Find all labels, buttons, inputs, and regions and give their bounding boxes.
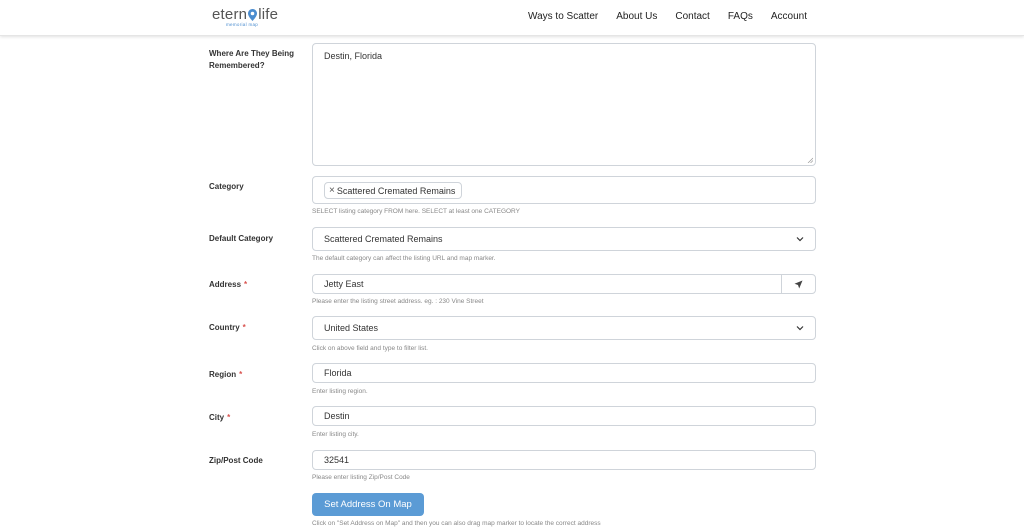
chevron-down-icon (796, 237, 804, 242)
category-multiselect[interactable]: × Scattered Cremated Remains (312, 176, 816, 204)
category-chip-label: Scattered Cremated Remains (336, 185, 456, 196)
required-marker: * (244, 280, 248, 289)
country-value: United States (324, 323, 379, 333)
category-label: Category (209, 182, 244, 191)
remembered-label: Where Are They Being Remembered? (209, 49, 295, 70)
region-label-text: Region (209, 370, 237, 379)
default-category-select[interactable]: Scattered Cremated Remains (312, 227, 816, 251)
region-help: Enter listing region. (312, 388, 368, 395)
address-label: Address * (209, 279, 304, 291)
default-category-label: Default Category (209, 234, 274, 243)
required-marker: * (242, 323, 246, 332)
category-help: SELECT listing category FROM here. SELEC… (312, 208, 520, 215)
country-label-text: Country (209, 323, 240, 332)
country-help: Click on above field and type to filter … (312, 345, 428, 352)
nav-about-us[interactable]: About Us (616, 11, 657, 22)
nav-contact[interactable]: Contact (675, 11, 709, 22)
logo-wordmark: etern life (212, 6, 278, 23)
zip-label: Zip/Post Code (209, 456, 263, 465)
address-label-text: Address (209, 280, 242, 289)
site-header: etern life memorial map Ways to Scatter A… (0, 0, 1024, 36)
map-help: Click on "Set Address on Map" and then y… (312, 520, 601, 527)
default-category-help: The default category can affect the list… (312, 255, 496, 262)
set-address-on-map-button[interactable]: Set Address On Map (312, 493, 424, 516)
locate-button[interactable] (781, 275, 815, 293)
city-value: Destin (324, 411, 350, 421)
address-input[interactable]: Jetty East (313, 279, 781, 289)
region-label: Region * (209, 369, 304, 381)
nav-ways-to-scatter[interactable]: Ways to Scatter (528, 11, 598, 22)
logo-text-main: etern (212, 6, 248, 23)
main-nav: Ways to Scatter About Us Contact FAQs Ac… (510, 11, 807, 22)
address-input-group: Jetty East (312, 274, 816, 294)
city-input[interactable]: Destin (312, 406, 816, 426)
city-help: Enter listing city. (312, 431, 359, 438)
country-select[interactable]: United States (312, 316, 816, 340)
close-icon[interactable]: × (329, 185, 335, 196)
country-label: Country * (209, 322, 304, 334)
region-value: Florida (324, 368, 352, 378)
chevron-down-icon (796, 326, 804, 331)
required-marker: * (227, 413, 231, 422)
address-help: Please enter the listing street address.… (312, 298, 484, 305)
city-label: City * (209, 412, 304, 424)
nav-faqs[interactable]: FAQs (728, 11, 753, 22)
logo-subtitle: memorial map (226, 22, 259, 27)
remembered-textarea[interactable]: Destin, Florida (312, 43, 816, 166)
zip-value: 32541 (324, 455, 350, 465)
remembered-value: Destin, Florida (324, 51, 383, 61)
city-label-text: City (209, 413, 225, 422)
zip-help: Please enter listing Zip/Post Code (312, 474, 410, 481)
map-pin-icon (248, 8, 258, 21)
region-input[interactable]: Florida (312, 363, 816, 383)
nav-account[interactable]: Account (771, 11, 807, 22)
default-category-value: Scattered Cremated Remains (324, 234, 443, 244)
logo-text-end: life (258, 6, 279, 23)
category-chip[interactable]: × Scattered Cremated Remains (324, 182, 463, 199)
zip-input[interactable]: 32541 (312, 450, 816, 470)
required-marker: * (239, 370, 243, 379)
location-arrow-icon (794, 280, 803, 288)
resize-handle-icon[interactable] (807, 157, 813, 163)
